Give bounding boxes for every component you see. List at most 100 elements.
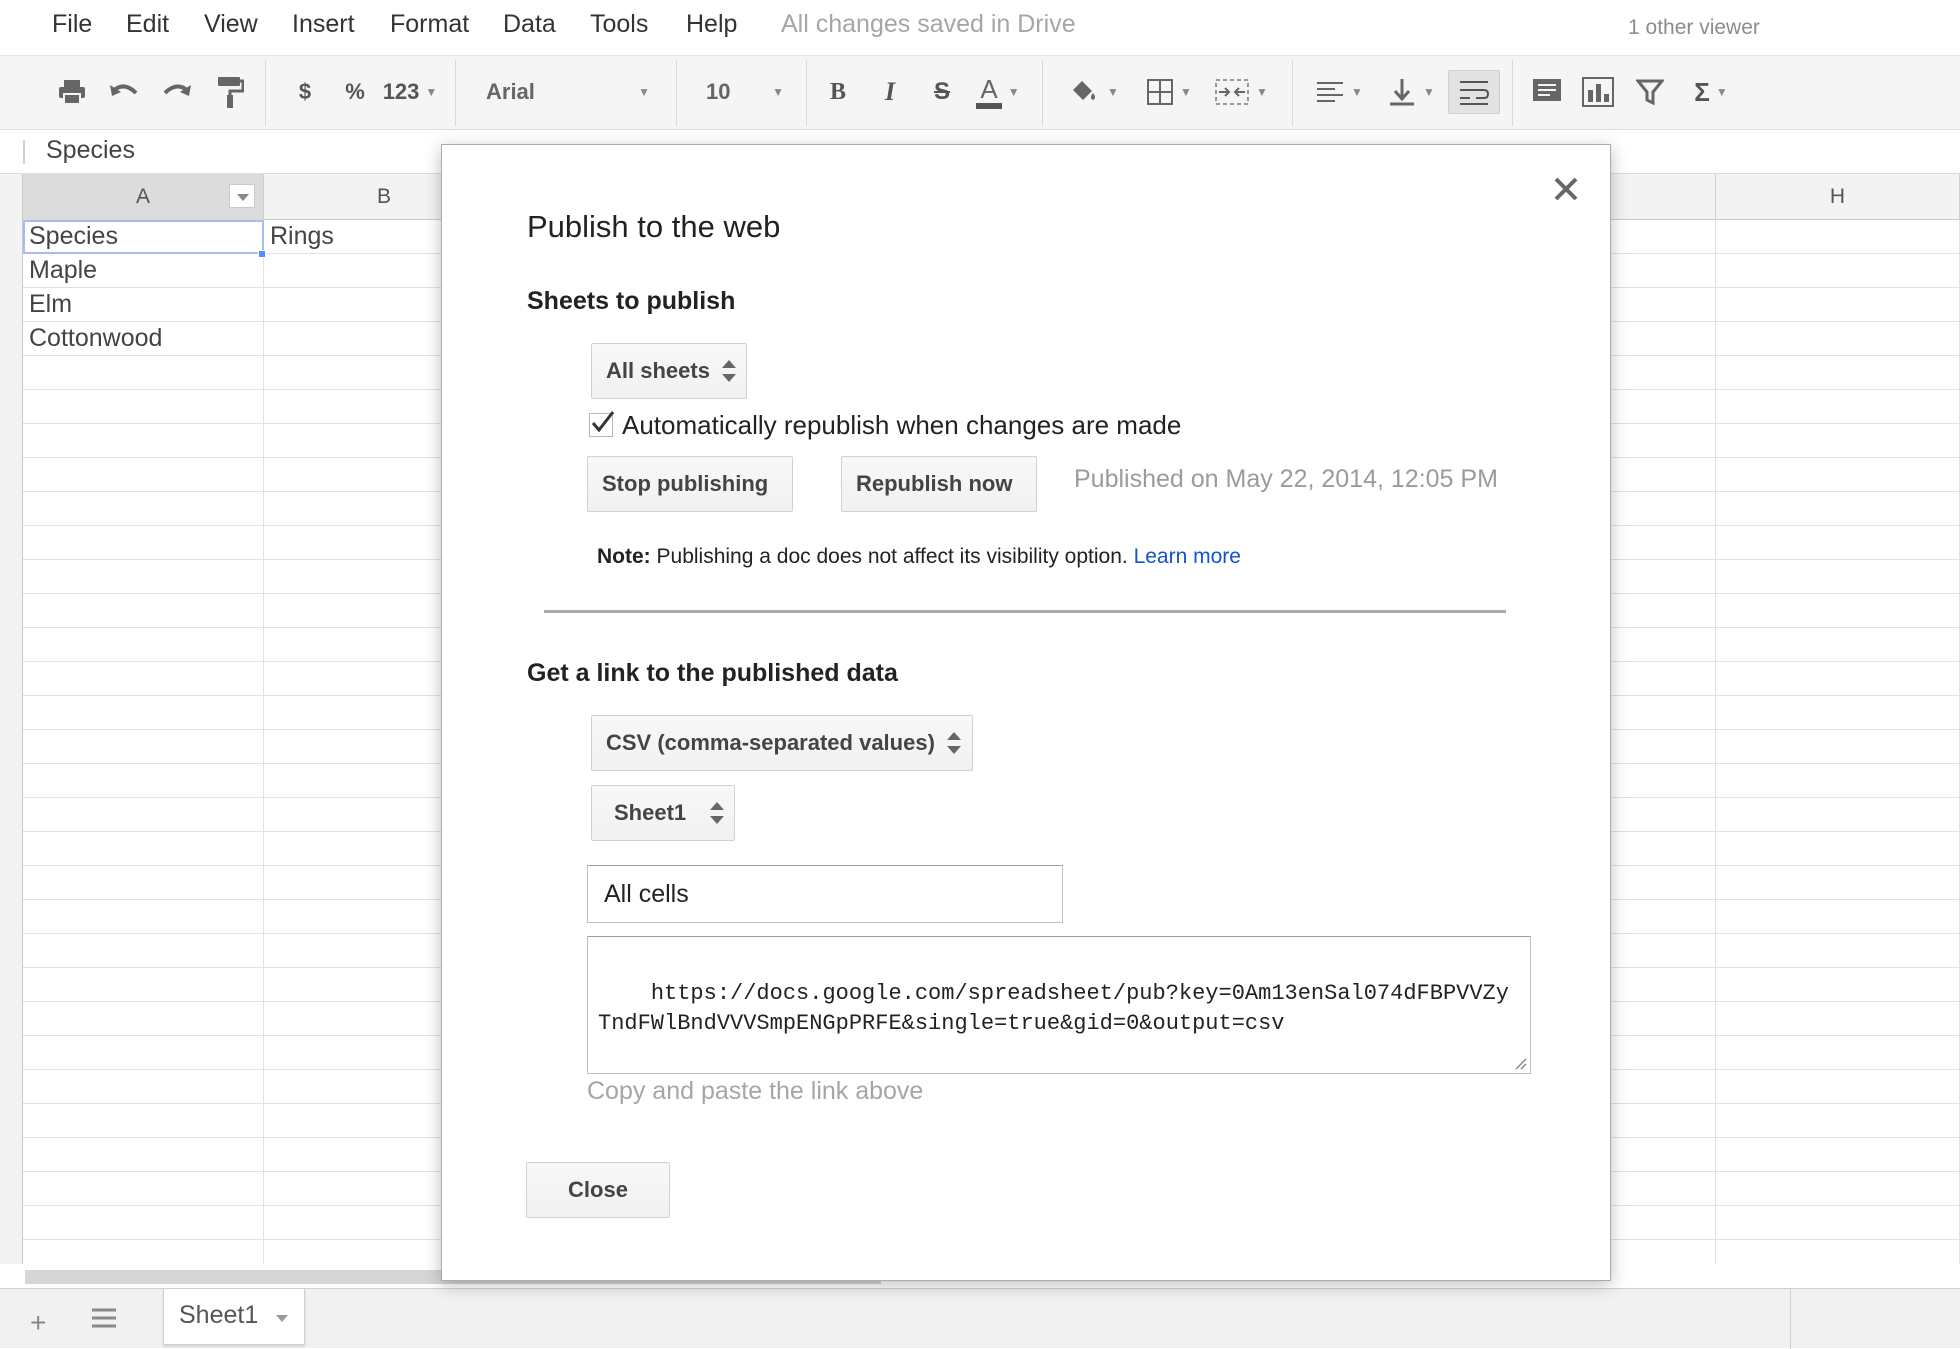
grid-cell[interactable] [1716, 1104, 1960, 1138]
grid-cell[interactable] [1716, 220, 1960, 254]
format-select[interactable]: CSV (comma-separated values) [591, 715, 973, 771]
grid-cell[interactable] [23, 390, 264, 424]
font-family-select[interactable]: Arial ▼ [486, 70, 656, 114]
more-formats-button[interactable]: 123 ▼ [380, 70, 440, 114]
paint-format-icon[interactable] [210, 70, 250, 114]
grid-cell[interactable] [1716, 1036, 1960, 1070]
chevron-down-icon[interactable] [276, 1315, 288, 1322]
cell-range-input[interactable]: All cells [587, 865, 1063, 923]
grid-cell[interactable] [1716, 1206, 1960, 1240]
stop-publishing-button[interactable]: Stop publishing [587, 456, 793, 512]
row-header[interactable] [0, 934, 23, 968]
grid-cell[interactable] [23, 968, 264, 1002]
grid-cell[interactable] [23, 526, 264, 560]
row-header[interactable] [0, 1104, 23, 1138]
grid-cell[interactable] [1716, 662, 1960, 696]
row-header[interactable] [0, 1240, 23, 1264]
wrap-text-button[interactable] [1448, 70, 1500, 114]
grid-cell[interactable]: Elm [23, 288, 264, 322]
grid-cell[interactable] [23, 730, 264, 764]
auto-republish-label[interactable]: Automatically republish when changes are… [622, 410, 1181, 441]
viewer-count[interactable]: 1 other viewer [1628, 16, 1760, 40]
grid-cell[interactable] [1716, 1002, 1960, 1036]
row-header[interactable] [0, 798, 23, 832]
grid-cell[interactable] [23, 662, 264, 696]
grid-cell[interactable] [1716, 968, 1960, 1002]
row-header[interactable] [0, 832, 23, 866]
strikethrough-button[interactable]: S [926, 70, 958, 114]
grid-cell[interactable] [1716, 764, 1960, 798]
row-header[interactable] [0, 254, 23, 288]
grid-cell[interactable] [23, 832, 264, 866]
grid-cell[interactable] [1716, 1138, 1960, 1172]
menu-view[interactable]: View [204, 10, 258, 39]
grid-cell[interactable] [1716, 798, 1960, 832]
row-header[interactable] [0, 288, 23, 322]
grid-cell[interactable] [23, 798, 264, 832]
grid-cell[interactable] [1716, 458, 1960, 492]
grid-cell[interactable]: Cottonwood [23, 322, 264, 356]
menu-edit[interactable]: Edit [126, 10, 169, 39]
add-sheet-icon[interactable]: + [30, 1307, 46, 1339]
row-header[interactable] [0, 900, 23, 934]
row-header[interactable] [0, 594, 23, 628]
row-header[interactable] [0, 628, 23, 662]
row-header[interactable] [0, 696, 23, 730]
resize-handle-icon[interactable] [1513, 1056, 1527, 1070]
font-size-select[interactable]: 10 ▼ [706, 70, 786, 114]
grid-cell[interactable] [23, 628, 264, 662]
column-header-a[interactable]: A [23, 174, 264, 220]
insert-chart-button[interactable] [1578, 70, 1618, 114]
grid-cell[interactable] [23, 458, 264, 492]
grid-cell[interactable] [23, 764, 264, 798]
print-icon[interactable] [52, 70, 92, 114]
italic-button[interactable]: I [874, 70, 906, 114]
grid-cell[interactable] [1716, 696, 1960, 730]
menu-data[interactable]: Data [503, 10, 556, 39]
grid-cell[interactable] [23, 1002, 264, 1036]
row-header[interactable] [0, 1002, 23, 1036]
row-header[interactable] [0, 1036, 23, 1070]
republish-now-button[interactable]: Republish now [841, 456, 1037, 512]
close-icon[interactable] [1551, 174, 1581, 204]
text-color-button[interactable]: A ▼ [968, 70, 1028, 114]
grid-cell[interactable] [1716, 322, 1960, 356]
row-header[interactable] [0, 1138, 23, 1172]
grid-cell[interactable] [23, 356, 264, 390]
row-header[interactable] [0, 968, 23, 1002]
grid-cell[interactable] [1716, 254, 1960, 288]
grid-cell[interactable] [23, 1172, 264, 1206]
formula-bar-value[interactable]: Species [46, 136, 135, 165]
undo-icon[interactable] [104, 70, 144, 114]
grid-cell[interactable] [1716, 390, 1960, 424]
grid-cell[interactable] [23, 900, 264, 934]
sheet-select[interactable]: Sheet1 [591, 785, 735, 841]
merge-cells-button[interactable]: ▼ [1206, 70, 1276, 114]
sheet-list-icon[interactable] [90, 1305, 118, 1337]
borders-button[interactable]: ▼ [1140, 70, 1198, 114]
menu-insert[interactable]: Insert [292, 10, 355, 39]
grid-cell[interactable] [1716, 628, 1960, 662]
grid-cell[interactable] [1716, 288, 1960, 322]
fill-color-button[interactable]: ▼ [1062, 70, 1124, 114]
grid-cell[interactable] [23, 1138, 264, 1172]
row-header[interactable] [0, 560, 23, 594]
row-header[interactable] [0, 458, 23, 492]
grid-cell[interactable] [23, 424, 264, 458]
selection-fill-handle[interactable] [258, 250, 266, 258]
grid-cell[interactable] [23, 492, 264, 526]
grid-cell[interactable] [1716, 424, 1960, 458]
grid-cell[interactable] [1716, 866, 1960, 900]
row-header[interactable] [0, 356, 23, 390]
grid-cell[interactable] [23, 594, 264, 628]
row-header[interactable] [0, 1172, 23, 1206]
row-header[interactable] [0, 492, 23, 526]
grid-cell[interactable] [1716, 492, 1960, 526]
row-header[interactable] [0, 662, 23, 696]
grid-cell[interactable] [23, 696, 264, 730]
grid-cell[interactable] [23, 866, 264, 900]
bold-button[interactable]: B [822, 70, 854, 114]
grid-cell[interactable] [1716, 934, 1960, 968]
grid-cell[interactable] [1716, 900, 1960, 934]
grid-cell[interactable] [23, 1036, 264, 1070]
